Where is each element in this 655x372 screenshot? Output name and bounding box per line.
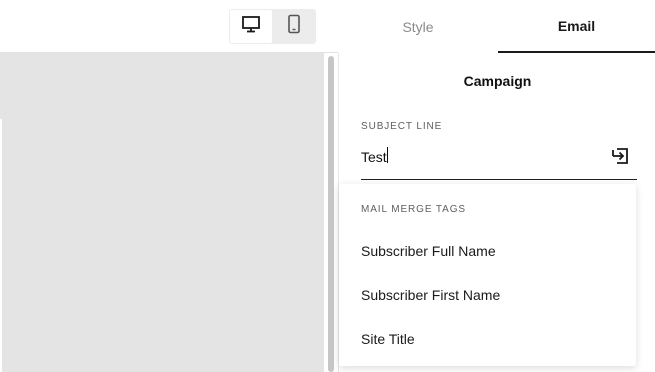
email-preview-area: [0, 53, 338, 372]
preview-edge: [0, 119, 2, 372]
tab-email[interactable]: Email: [498, 0, 655, 53]
merge-tag-subscriber-first-name[interactable]: Subscriber First Name: [339, 273, 636, 317]
subject-line-label: SUBJECT LINE: [361, 121, 443, 132]
mail-merge-tags-header: MAIL MERGE TAGS: [361, 204, 466, 215]
scrollbar-thumb[interactable]: [328, 56, 334, 372]
mobile-view-button[interactable]: [273, 10, 315, 43]
mail-merge-tags-dropdown: MAIL MERGE TAGS Subscriber Full Name Sub…: [339, 184, 636, 366]
preview-canvas: [0, 53, 324, 372]
merge-tag-subscriber-full-name[interactable]: Subscriber Full Name: [339, 229, 636, 273]
insert-tag-icon[interactable]: [611, 147, 629, 165]
panel-title: Campaign: [463, 73, 532, 89]
tab-style[interactable]: Style: [338, 0, 498, 53]
desktop-view-button[interactable]: [230, 10, 272, 43]
desktop-icon: [241, 15, 261, 38]
text-cursor: [387, 147, 388, 163]
top-bar: Style Email: [0, 0, 655, 53]
device-preview-toggle: [229, 9, 316, 44]
merge-tag-site-title[interactable]: Site Title: [339, 317, 636, 361]
subject-line-input[interactable]: [361, 143, 637, 180]
mobile-icon: [287, 14, 301, 39]
preview-scrollbar[interactable]: [324, 53, 338, 372]
